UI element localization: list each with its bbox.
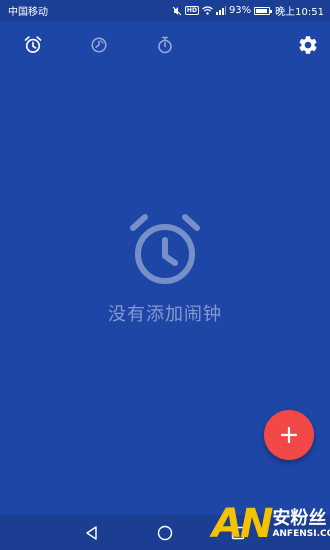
- empty-state: 没有添加闹钟: [0, 210, 330, 326]
- tab-stopwatch[interactable]: [153, 33, 177, 57]
- watermark-logo: AN: [212, 501, 273, 547]
- alarm-clock-icon: [130, 214, 200, 284]
- world-clock-icon: [91, 37, 107, 53]
- signal-icon: [215, 6, 226, 15]
- battery-percent: 93%: [228, 5, 252, 16]
- settings-button[interactable]: [296, 33, 320, 57]
- nav-home-button[interactable]: [155, 523, 175, 543]
- nav-back-button[interactable]: [82, 523, 102, 543]
- tab-world-clock[interactable]: [87, 33, 111, 57]
- plus-icon: [281, 427, 297, 443]
- empty-message: 没有添加闹钟: [108, 304, 222, 325]
- home-circle-icon: [157, 525, 173, 541]
- gear-icon: [299, 36, 317, 54]
- add-alarm-button[interactable]: [264, 410, 314, 460]
- toolbar: [0, 21, 330, 69]
- wifi-icon: [202, 6, 213, 15]
- watermark: AN 安粉丝 ANFENSI.COM: [212, 498, 330, 550]
- status-bar: 中国移动 HD 93% 晚上10:51: [0, 0, 330, 21]
- battery-icon: [254, 6, 273, 15]
- app-screen: 中国移动 HD 93% 晚上10:51 没有添加闹钟 AN 安粉丝 ANFENS…: [0, 0, 330, 550]
- hd-icon: HD: [184, 6, 199, 15]
- tab-alarm[interactable]: [21, 33, 45, 57]
- mute-icon: [172, 6, 182, 15]
- stopwatch-icon: [158, 36, 172, 54]
- watermark-name: 安粉丝: [272, 507, 327, 529]
- alarm-clock-icon: [24, 36, 42, 53]
- watermark-url: ANFENSI.COM: [272, 528, 330, 539]
- clock-time: 晚上10:51: [275, 7, 324, 18]
- carrier-label: 中国移动: [8, 7, 48, 18]
- back-triangle-icon: [86, 526, 97, 540]
